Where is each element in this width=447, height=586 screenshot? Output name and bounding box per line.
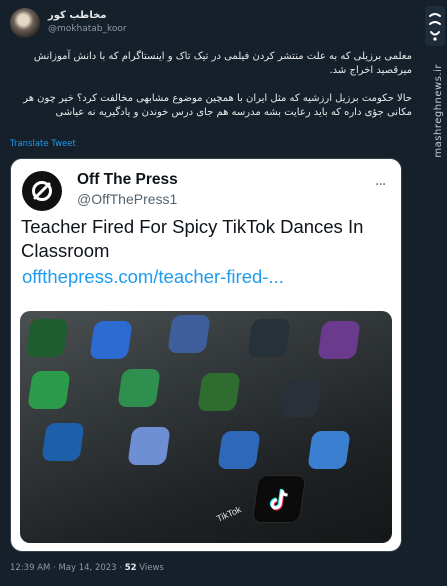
timestamp-row: 12:39 AM · May 14, 2023 · 52 Views xyxy=(10,563,164,573)
app-icon-dark xyxy=(247,319,291,357)
separator: · xyxy=(53,563,56,573)
card-header: Off The Press @OffThePress1 ··· Teacher … xyxy=(11,159,401,309)
views-count: 52 xyxy=(124,563,137,573)
display-name[interactable]: مخاطب کور xyxy=(48,10,127,21)
brand-watermark: mashreghnews.ir xyxy=(433,64,444,158)
tweet-paragraph-1: معلمی برزیلی که به علت منتشر کردن فیلمی … xyxy=(33,51,412,76)
user-block: مخاطب کور @mokhatab_koor xyxy=(48,10,127,34)
user-handle[interactable]: @mokhatab_koor xyxy=(48,24,127,34)
tiktok-app-icon xyxy=(251,475,307,523)
card-link[interactable]: offthepress.com/teacher-fired-... xyxy=(22,266,284,288)
app-icon-blue xyxy=(89,321,133,359)
app-icon-purple xyxy=(317,321,361,359)
card-author-name[interactable]: Off The Press xyxy=(77,171,178,189)
tweet: مخاطب کور @mokhatab_koor معلمی برزیلی که… xyxy=(0,0,425,586)
tweet-text: معلمی برزیلی که به علت منتشر کردن فیلمی … xyxy=(10,50,412,120)
mashregh-logo-icon xyxy=(426,8,444,44)
more-dots-icon[interactable]: ··· xyxy=(375,177,386,193)
brand-sidebar: mashreghnews.ir xyxy=(425,0,447,586)
quoted-tweet-card[interactable]: Off The Press @OffThePress1 ··· Teacher … xyxy=(10,158,402,552)
app-icon-signal xyxy=(41,423,85,461)
translate-tweet-link[interactable]: Translate Tweet xyxy=(10,139,76,149)
card-image[interactable]: TikTok xyxy=(20,311,392,543)
tiktok-note-icon xyxy=(269,489,288,511)
brand-logo xyxy=(425,6,445,46)
app-icon-grey xyxy=(279,379,323,417)
tweet-time[interactable]: 12:39 AM xyxy=(10,563,50,573)
tweet-paragraph-2: حالا حکومت برزیل ارزشیه که مثل ایران با … xyxy=(23,93,412,118)
off-the-press-logo[interactable] xyxy=(22,171,62,211)
app-icon-messages xyxy=(27,371,71,409)
separator: · xyxy=(119,563,123,573)
app-icon-green xyxy=(25,319,69,357)
app-icon-telegram xyxy=(217,431,261,469)
views-label: Views xyxy=(139,563,164,573)
app-icon-skype xyxy=(127,427,171,465)
app-icon-phone xyxy=(197,373,241,411)
tweet-date[interactable]: May 14, 2023 xyxy=(58,563,116,573)
card-headline: Teacher Fired For Spicy TikTok Dances In… xyxy=(21,216,364,261)
avatar[interactable] xyxy=(10,8,40,38)
tiktok-label: TikTok xyxy=(215,504,243,524)
app-icon-messenger xyxy=(307,431,351,469)
press-logo-icon xyxy=(32,181,52,201)
card-author-handle[interactable]: @OffThePress1 xyxy=(77,191,177,207)
app-icon-whatsapp xyxy=(117,369,161,407)
app-icon-facebook xyxy=(167,315,211,353)
